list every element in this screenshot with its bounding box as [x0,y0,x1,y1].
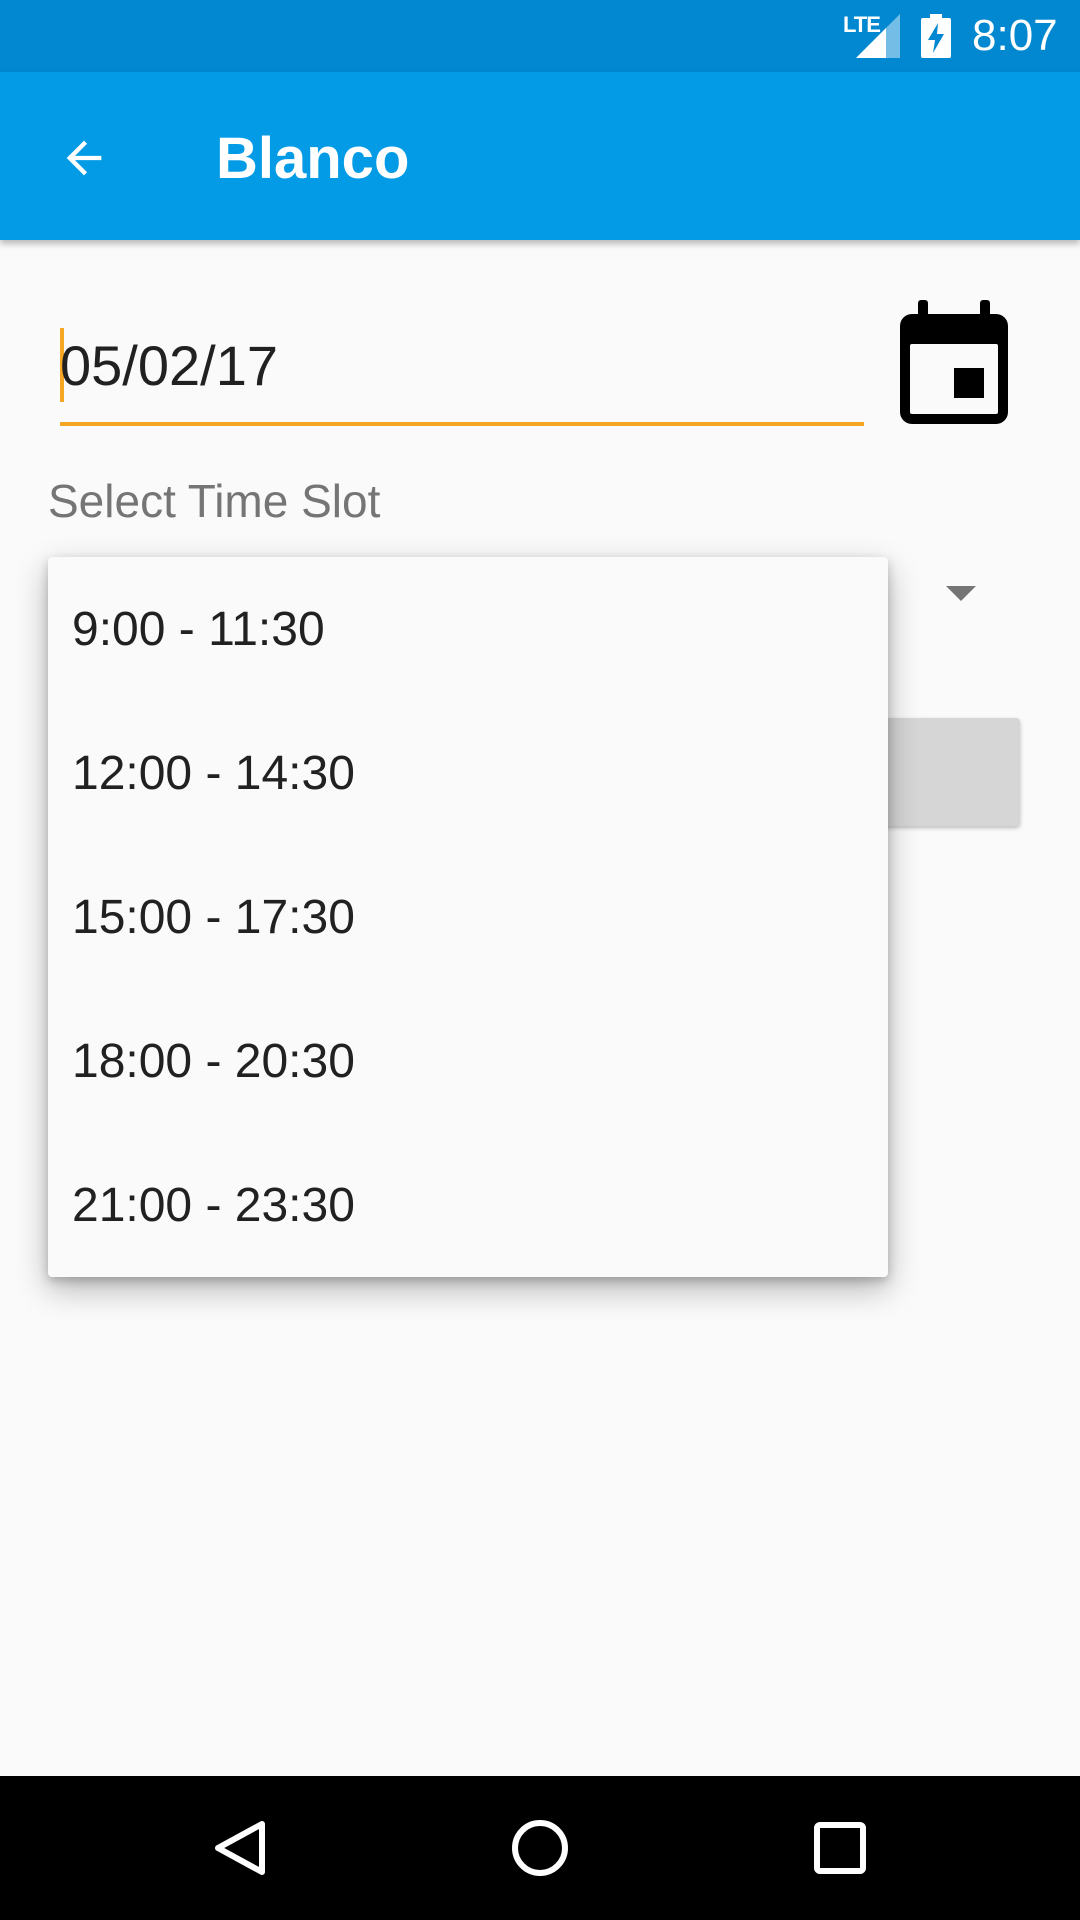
date-value: 05/02/17 [60,334,278,397]
nav-recents-button[interactable] [804,1812,876,1884]
page-title: Blanco [216,126,410,191]
navigation-bar [0,1776,1080,1920]
nav-recents-icon [814,1822,866,1874]
clock: 8:07 [972,11,1058,60]
app-bar: Blanco [0,72,1080,240]
signal-icon [856,14,900,58]
nav-back-icon [215,1821,265,1875]
time-slot-option[interactable]: 12:00 - 14:30 [48,701,888,845]
time-slot-option[interactable]: 21:00 - 23:30 [48,1133,888,1277]
time-slot-label: Select Time Slot [48,475,381,527]
nav-home-icon [512,1820,568,1876]
date-input[interactable]: 05/02/17 [60,326,864,426]
battery-charging-icon [921,14,951,58]
chevron-down-icon[interactable] [946,586,976,601]
calendar-button[interactable] [896,300,1012,432]
time-slot-dropdown: 9:00 - 11:30 12:00 - 14:30 15:00 - 17:30… [48,557,888,1277]
time-slot-option[interactable]: 15:00 - 17:30 [48,845,888,989]
arrow-back-icon [66,140,102,176]
nav-home-button[interactable] [504,1812,576,1884]
time-slot-option[interactable]: 9:00 - 11:30 [48,557,888,701]
time-slot-option[interactable]: 18:00 - 20:30 [48,989,888,1133]
screen: LTE 8:07 Blanco 05/02/17 Select Time Slo… [0,0,1080,1920]
back-button[interactable] [48,122,120,194]
nav-back-button[interactable] [204,1812,276,1884]
status-bar: LTE 8:07 [0,0,1080,72]
calendar-icon [900,300,1008,424]
